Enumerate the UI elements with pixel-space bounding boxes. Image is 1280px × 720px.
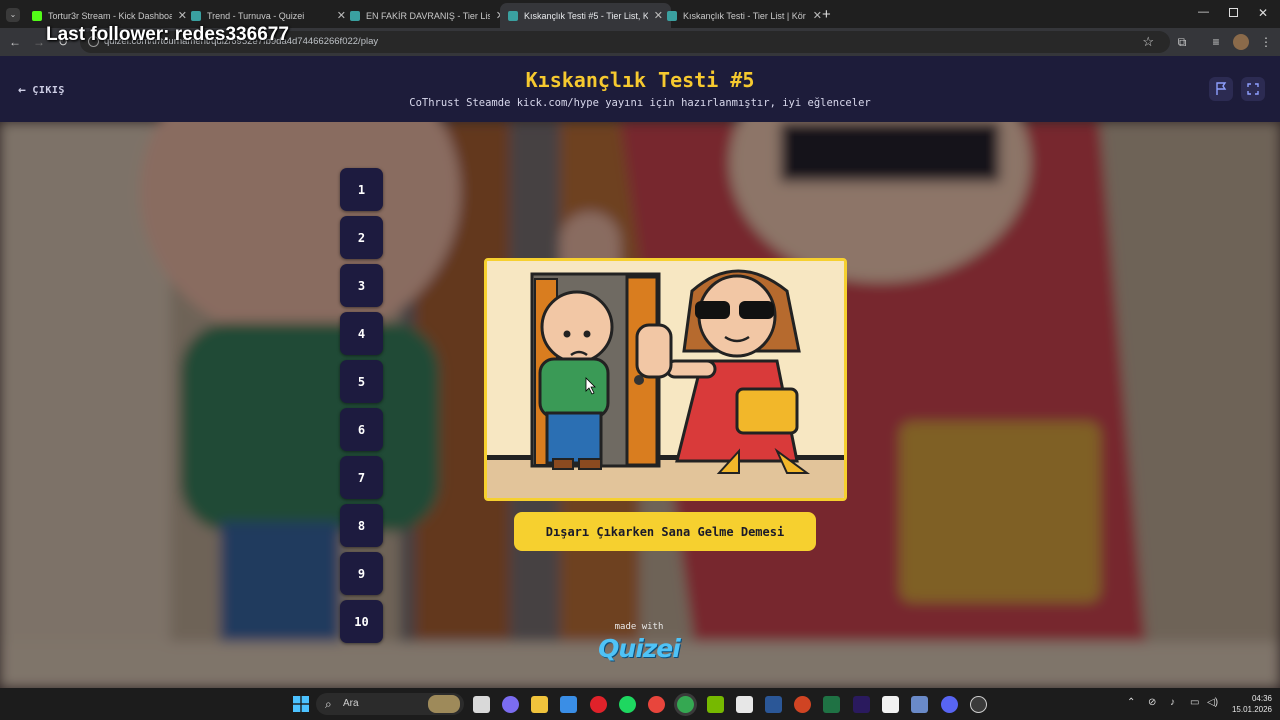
media-control-icon[interactable]: ≡ [1208, 34, 1224, 50]
clock-date: 15.01.2026 [1231, 705, 1272, 714]
bookmark-star-icon[interactable]: ☆ [1142, 34, 1154, 50]
browser-tab-3[interactable]: Kıskançlık Testi #5 - Tier List, Kör ✕ [500, 3, 671, 28]
rank-slot-7[interactable]: 7 [340, 456, 383, 499]
chrome-active-icon[interactable] [677, 696, 694, 713]
quizei-logo[interactable]: Quizei [596, 634, 682, 663]
rank-slot-6[interactable]: 6 [340, 408, 383, 451]
tab-title: Tortur3r Stream - Kick Dashboard [48, 10, 172, 21]
search-highlight-image [428, 695, 460, 713]
made-with-label: made with [614, 622, 664, 632]
snipping-tool-icon[interactable] [736, 696, 753, 713]
browser-tab-4[interactable]: Kıskançlık Testi - Tier List | Kör S ✕ [659, 3, 830, 28]
show-hidden-icons-chevron-icon[interactable]: ⌃ [1127, 697, 1135, 708]
copilot-icon[interactable] [502, 696, 519, 713]
new-tab-button[interactable]: + [822, 6, 831, 23]
browser-menu-icon[interactable]: ⋮ [1258, 34, 1274, 50]
search-placeholder: Ara [343, 698, 359, 709]
rank-slot-3[interactable]: 3 [340, 264, 383, 307]
fullscreen-icon [1247, 83, 1259, 95]
report-flag-button[interactable] [1209, 77, 1233, 101]
rank-slot-10[interactable]: 10 [340, 600, 383, 643]
premiere-icon[interactable] [853, 696, 870, 713]
tab-title: EN FAKİR DAVRANIŞ - Tier List [366, 10, 490, 21]
quiz-header: ← ÇIKIŞ Kıskançlık Testi #5 CoThrust Ste… [0, 56, 1280, 122]
quiz-item-illustration [487, 261, 844, 498]
minimize-icon[interactable]: — [1198, 6, 1209, 18]
display-icon[interactable]: ▭ [1190, 697, 1199, 708]
task-view-icon[interactable] [473, 696, 490, 713]
quizei-favicon-icon [191, 10, 201, 21]
nvidia-icon[interactable] [707, 696, 724, 713]
restore-icon[interactable] [1229, 8, 1238, 17]
system-clock[interactable]: 04:36 15.01.2026 [1226, 693, 1272, 715]
close-tab-icon[interactable]: ✕ [813, 9, 822, 22]
rank-slot-5[interactable]: 5 [340, 360, 383, 403]
chrome-icon[interactable] [648, 696, 665, 713]
opera-icon[interactable] [590, 696, 607, 713]
excel-icon[interactable] [823, 696, 840, 713]
windows-start-icon[interactable] [293, 696, 309, 712]
quiz-title: Kıskançlık Testi #5 [525, 68, 755, 92]
tab-search-chevron-icon[interactable]: ⌄ [6, 8, 20, 22]
discord-icon[interactable] [941, 696, 958, 713]
rank-slot-9[interactable]: 9 [340, 552, 383, 595]
spotify-icon[interactable] [619, 696, 636, 713]
forward-icon[interactable]: → [31, 34, 47, 50]
quizei-favicon-icon [508, 10, 518, 21]
tab-title: Kıskançlık Testi #5 - Tier List, Kör [524, 10, 648, 21]
profile-avatar-icon[interactable] [1233, 34, 1249, 50]
file-explorer-icon[interactable] [531, 696, 548, 713]
capcut-icon[interactable] [882, 696, 899, 713]
rank-slot-2[interactable]: 2 [340, 216, 383, 259]
rank-slot-8[interactable]: 8 [340, 504, 383, 547]
kick-favicon-icon [32, 10, 42, 21]
tab-title: Trend - Turnuva - Quizei [207, 10, 305, 21]
obs-icon[interactable] [970, 696, 987, 713]
taskbar-search-input[interactable]: ⌕ Ara [316, 693, 464, 715]
clock-time: 04:36 [1251, 694, 1272, 703]
rank-slot-1[interactable]: 1 [340, 168, 383, 211]
flag-icon [1216, 82, 1227, 95]
network-icon[interactable]: ⊘ [1148, 697, 1156, 708]
last-follower-overlay: Last follower: redes336677 [46, 24, 289, 45]
tab-title: Kıskançlık Testi - Tier List | Kör S [683, 10, 807, 21]
quiz-subtitle: CoThrust Steamde kick.com/hype yayını iç… [409, 97, 871, 109]
quizei-favicon-icon [350, 10, 360, 21]
quiz-item-card[interactable] [484, 258, 847, 501]
close-window-icon[interactable]: ✕ [1258, 6, 1268, 20]
fullscreen-button[interactable] [1241, 77, 1265, 101]
item-caption-label: Dışarı Çıkarken Sana Gelme Demesi [514, 512, 816, 551]
quizei-favicon-icon [667, 10, 677, 21]
rank-slot-4[interactable]: 4 [340, 312, 383, 355]
back-icon[interactable]: ← [7, 34, 23, 50]
powerpoint-icon[interactable] [794, 696, 811, 713]
windows-taskbar: ⌕ Ara ⌃ ⊘ ♪ ▭ ◁) 04:36 15.01.2026 [0, 688, 1280, 720]
extensions-icon[interactable]: ⧉ [1174, 34, 1190, 50]
search-icon: ⌕ [325, 697, 332, 711]
browser-tab-2[interactable]: EN FAKİR DAVRANIŞ - Tier List ✕ [342, 3, 513, 28]
app-icon[interactable] [911, 696, 928, 713]
word-icon[interactable] [765, 696, 782, 713]
microsoft-store-icon[interactable] [560, 696, 577, 713]
microphone-icon[interactable]: ♪ [1170, 697, 1175, 708]
volume-icon[interactable]: ◁) [1207, 697, 1218, 708]
quiz-page: ← ÇIKIŞ Kıskançlık Testi #5 CoThrust Ste… [0, 56, 1280, 688]
